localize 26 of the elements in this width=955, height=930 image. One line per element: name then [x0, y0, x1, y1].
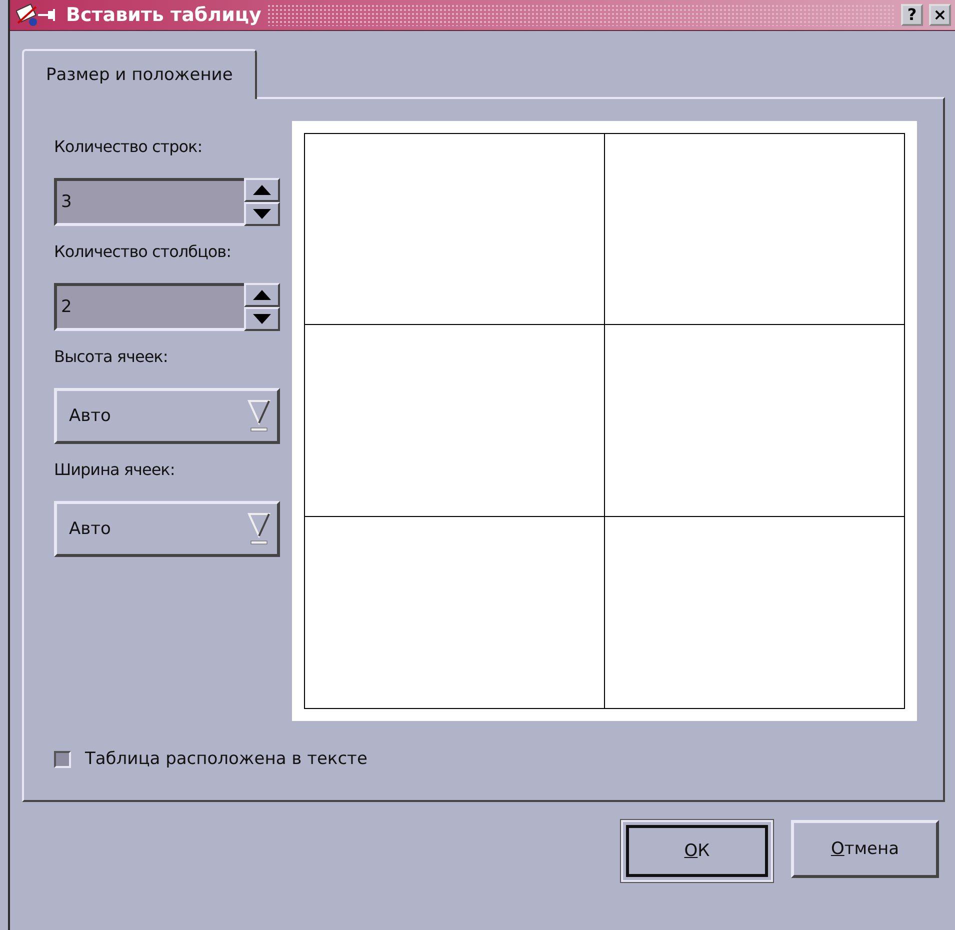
- close-button[interactable]: ×: [929, 4, 951, 26]
- checkbox[interactable]: [54, 750, 71, 768]
- window-title: Вставить таблицу: [66, 4, 262, 26]
- number-field[interactable]: 2: [54, 283, 244, 331]
- down-arrow-icon: [253, 209, 271, 219]
- tab[interactable]: Размер и положение: [22, 49, 257, 99]
- field-label: Количество строк:: [54, 137, 204, 156]
- dropdown-arrow-icon: [247, 512, 271, 546]
- spin-up-button[interactable]: [244, 283, 280, 307]
- field-label: Высота ячеек:: [54, 347, 169, 366]
- field-label: Ширина ячеек:: [54, 460, 176, 479]
- cancel-button[interactable]: Отмена: [791, 820, 939, 878]
- down-arrow-icon: [253, 314, 271, 324]
- spin-up-button[interactable]: [244, 178, 280, 202]
- ok-button[interactable]: ОК: [626, 825, 768, 877]
- up-arrow-icon: [253, 185, 271, 195]
- up-arrow-icon: [253, 290, 271, 300]
- spin-down-button[interactable]: [244, 307, 280, 331]
- dropdown-arrow-icon: [247, 399, 271, 433]
- dropdown[interactable]: Авто: [54, 501, 280, 557]
- field-label: Количество столбцов:: [54, 242, 232, 261]
- checkbox-label: Таблица расположена в тексте: [85, 749, 368, 769]
- number-field[interactable]: 3: [54, 178, 244, 226]
- help-button[interactable]: ?: [901, 4, 923, 26]
- dropdown[interactable]: Авто: [54, 388, 280, 444]
- spin-down-button[interactable]: [244, 202, 280, 226]
